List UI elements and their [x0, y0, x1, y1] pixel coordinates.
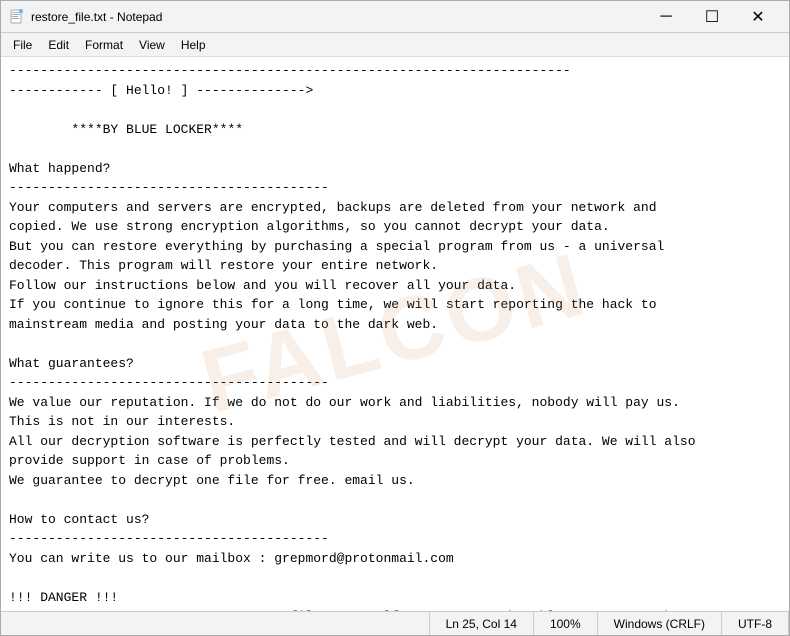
menu-edit[interactable]: Edit [40, 36, 77, 54]
minimize-button[interactable]: ─ [643, 1, 689, 33]
notepad-window: restore_file.txt - Notepad ─ ☐ ✕ File Ed… [0, 0, 790, 636]
zoom-level: 100% [534, 612, 598, 635]
title-bar: restore_file.txt - Notepad ─ ☐ ✕ [1, 1, 789, 33]
menu-format[interactable]: Format [77, 36, 131, 54]
encoding: UTF-8 [722, 612, 789, 635]
menu-bar: File Edit Format View Help [1, 33, 789, 57]
text-area[interactable]: FALCON ---------------------------------… [1, 57, 789, 611]
menu-view[interactable]: View [131, 36, 173, 54]
menu-help[interactable]: Help [173, 36, 214, 54]
status-bar: Ln 25, Col 14 100% Windows (CRLF) UTF-8 [1, 611, 789, 635]
document-content: ----------------------------------------… [9, 61, 781, 611]
status-spacer [1, 612, 430, 635]
notepad-icon [9, 9, 25, 25]
window-controls: ─ ☐ ✕ [643, 1, 781, 33]
menu-file[interactable]: File [5, 36, 40, 54]
window-title: restore_file.txt - Notepad [31, 10, 643, 24]
close-button[interactable]: ✕ [735, 1, 781, 33]
line-ending: Windows (CRLF) [598, 612, 722, 635]
maximize-button[interactable]: ☐ [689, 1, 735, 33]
cursor-position: Ln 25, Col 14 [430, 612, 534, 635]
